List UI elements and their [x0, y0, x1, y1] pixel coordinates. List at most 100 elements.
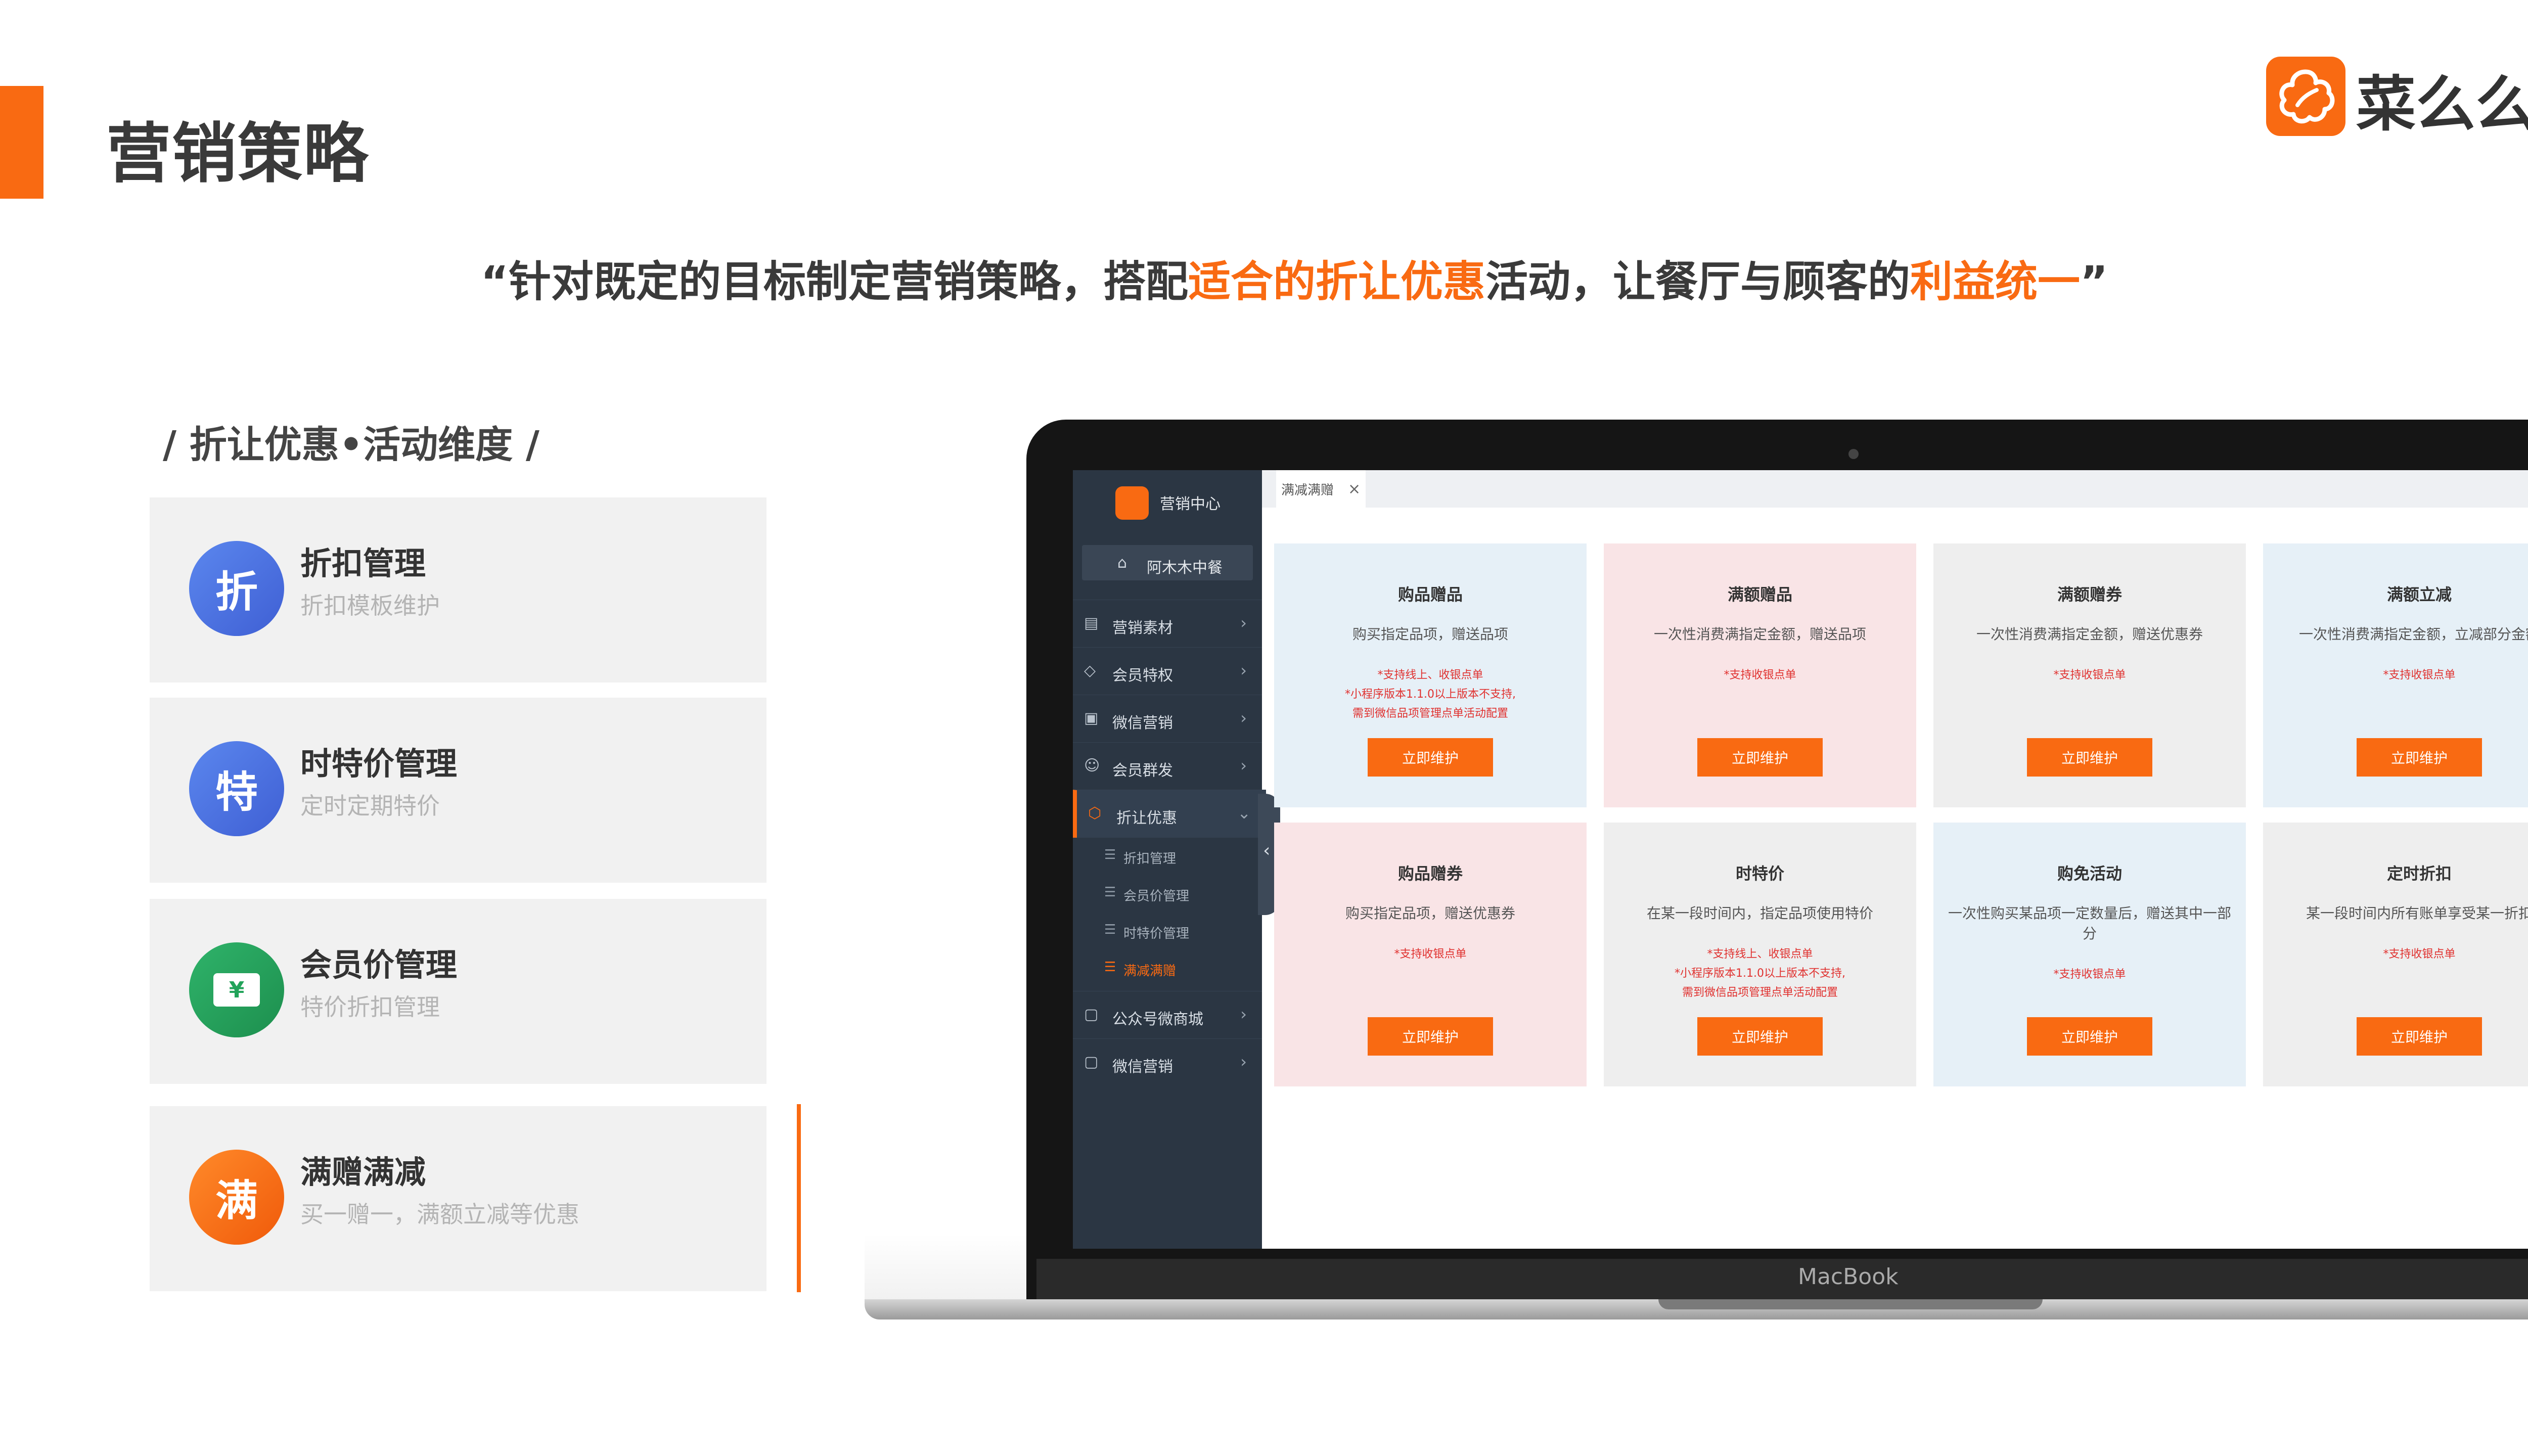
special-price-badge-icon: 特 [189, 741, 284, 836]
store-selector[interactable]: ⌂ 阿木木中餐 [1082, 545, 1253, 580]
maintain-button[interactable]: 立即维护 [2357, 1017, 2482, 1056]
sidebar-item-wechat-marketing-2[interactable]: ▢ 微信营销 › [1073, 1038, 1262, 1086]
card-note: *小程序版本1.1.0以上版本不支持, [1675, 967, 1845, 980]
card-note: *支持收银点单 [2053, 669, 2126, 681]
store-name: 阿木木中餐 [1147, 559, 1223, 577]
card-buy-free: 购免活动 一次性购买某品项一定数量后，赠送其中一部分 *支持收银点单 立即维护 [1933, 823, 2246, 1086]
store-icon: ⌂ [1117, 554, 1127, 572]
accent-bar [0, 86, 43, 199]
laptop-bezel [1036, 1259, 2528, 1299]
sidebar-item-member-broadcast[interactable]: ☺ 会员群发 › [1073, 742, 1262, 790]
sidebar-item-wechat-marketing[interactable]: ▣ 微信营销 › [1073, 695, 1262, 743]
card-desc: 一次性消费满指定金额，赠送优惠券 [1976, 626, 2203, 643]
chevron-left-icon: ‹ [1263, 840, 1271, 861]
card-note: 需到微信品项管理点单活动配置 [1682, 986, 1838, 999]
feature-desc: 折扣模板维护 [300, 592, 440, 619]
chevron-right-icon: › [1240, 708, 1247, 727]
maintain-button[interactable]: 立即维护 [1697, 738, 1823, 777]
feature-title: 时特价管理 [300, 745, 458, 782]
card-title: 定时折扣 [2386, 864, 2452, 883]
feature-full-reduce[interactable]: 满 满赠满减 买一赠一，满额立减等优惠 [150, 1106, 766, 1291]
maintain-button[interactable]: 立即维护 [1368, 1017, 1493, 1056]
sidebar-item-label: 会员特权 [1112, 667, 1173, 685]
selected-indicator [797, 1104, 801, 1292]
maintain-button[interactable]: 立即维护 [1697, 1017, 1823, 1056]
maintain-button[interactable]: 立即维护 [2357, 738, 2482, 777]
sidebar-item-discounts[interactable]: ⬡ 折让优惠 ⌄ [1073, 790, 1266, 838]
card-desc: 在某一段时间内，指定品项使用特价 [1646, 905, 1873, 922]
sidebar-subitem-full-reduce[interactable]: ☰ 满减满赠 [1073, 949, 1262, 987]
sidebar-header: 营销中心 [1073, 470, 1262, 536]
tab-full-reduce[interactable]: 满减满赠 × [1276, 470, 1366, 508]
chevron-down-icon: ⌄ [1237, 803, 1251, 823]
sidebar-item-materials[interactable]: ▤ 营销素材 › [1073, 600, 1262, 648]
sidebar-subitem-label: 会员价管理 [1123, 889, 1190, 904]
card-desc: 购买指定品项，赠送优惠券 [1345, 905, 1515, 922]
chevron-right-icon: › [1240, 1052, 1247, 1071]
quote-part-2: 活动，让餐厅与顾客的 [1485, 257, 1910, 306]
feature-special-price[interactable]: 特 时特价管理 定时定期特价 [150, 698, 766, 883]
sidebar-item-label: 营销素材 [1112, 619, 1173, 637]
maintain-button[interactable]: 立即维护 [2027, 738, 2152, 777]
feature-title: 满赠满减 [300, 1154, 426, 1191]
sidebar-subitem-label: 折扣管理 [1123, 851, 1177, 867]
list-icon: ☰ [1104, 847, 1116, 862]
card-desc: 购买指定品项，赠送品项 [1352, 626, 1508, 643]
card-full-amount-gift: 满额赠品 一次性消费满指定金额，赠送品项 *支持收银点单 立即维护 [1604, 543, 1916, 807]
card-desc: 某一段时间内所有账单享受某一折扣 [2306, 905, 2528, 922]
sidebar-subitem-discount-mgmt[interactable]: ☰ 折扣管理 [1073, 837, 1262, 875]
feature-desc: 定时定期特价 [300, 792, 440, 820]
card-desc: 一次性消费满指定金额，立减部分金额 [2298, 626, 2528, 643]
card-desc: 一次性购买某品项一定数量后，赠送其中一部分 [1948, 905, 2231, 942]
app-logo-icon [1115, 486, 1149, 520]
list-icon: ☰ [1104, 922, 1116, 937]
card-desc: 一次性消费满指定金额，赠送品项 [1653, 626, 1866, 643]
card-title: 购品赠券 [1397, 864, 1463, 883]
users-icon: ☺ [1084, 757, 1100, 775]
card-purchase-coupon: 购品赠券 购买指定品项，赠送优惠券 *支持收银点单 立即维护 [1274, 823, 1587, 1086]
card-time-special-price: 时特价 在某一段时间内，指定品项使用特价 *支持线上、收银点单 *小程序版本1.… [1604, 823, 1916, 1086]
sidebar-subitem-special-price[interactable]: ☰ 时特价管理 [1073, 912, 1262, 949]
app-screen: 营销中心 ⌂ 阿木木中餐 ▤ 营销素材 › ◇ 会员特权 › ▣ 微信营销 › … [1073, 470, 2528, 1249]
sidebar-subitem-label: 时特价管理 [1123, 926, 1190, 941]
feature-title: 会员价管理 [300, 946, 458, 983]
maintain-button[interactable]: 立即维护 [1368, 738, 1493, 777]
money-badge-icon: ¥ [189, 942, 284, 1037]
laptop-notch [1658, 1299, 2043, 1309]
diamond-icon: ◇ [1084, 662, 1096, 679]
laptop-label: MacBook [1798, 1264, 1899, 1290]
card-full-amount-coupon: 满额赠券 一次性消费满指定金额，赠送优惠券 *支持收银点单 立即维护 [1933, 543, 2246, 807]
quote-highlight-1: 适合的折让优惠 [1188, 257, 1485, 306]
full-reduce-badge-icon: 满 [189, 1150, 284, 1245]
sidebar-item-label: 公众号微商城 [1112, 1011, 1203, 1028]
quote-highlight-2: 利益统一 [1910, 257, 2081, 306]
feature-title: 折扣管理 [300, 545, 426, 582]
tab-bar: 满减满赠 × [1262, 470, 2528, 508]
card-timed-discount: 定时折扣 某一段时间内所有账单享受某一折扣 *支持收银点单 立即维护 [2263, 823, 2528, 1086]
sidebar-item-member-privilege[interactable]: ◇ 会员特权 › [1073, 647, 1262, 695]
brand-logo [2266, 57, 2345, 136]
feature-member-price[interactable]: ¥ 会员价管理 特价折扣管理 [150, 899, 766, 1084]
card-title: 购免活动 [2057, 864, 2122, 883]
card-title: 购品赠品 [1397, 585, 1463, 604]
card-note: *支持线上、收银点单 [1377, 669, 1483, 681]
sidebar: 营销中心 ⌂ 阿木木中餐 ▤ 营销素材 › ◇ 会员特权 › ▣ 微信营销 › … [1073, 470, 1266, 1249]
list-icon: ☰ [1104, 960, 1116, 975]
close-icon[interactable]: × [1348, 480, 1361, 498]
chevron-right-icon: › [1240, 613, 1247, 632]
maintain-button[interactable]: 立即维护 [2027, 1017, 2152, 1056]
card-note: *支持收银点单 [2053, 968, 2126, 981]
card-note: 需到微信品项管理点单活动配置 [1352, 707, 1508, 720]
sidebar-item-mall[interactable]: ▢ 公众号微商城 › [1073, 991, 1262, 1039]
discount-badge-icon: 折 [189, 541, 284, 636]
sidebar-subitem-member-price[interactable]: ☰ 会员价管理 [1073, 875, 1262, 912]
sidebar-subitem-label: 满减满赠 [1123, 964, 1177, 979]
card-note: *支持收银点单 [2383, 669, 2456, 681]
chevron-right-icon: › [1240, 1005, 1247, 1024]
feature-discount[interactable]: 折 折扣管理 折扣模板维护 [150, 497, 766, 682]
card-full-amount-reduce: 满额立减 一次性消费满指定金额，立减部分金额 *支持收银点单 立即维护 [2263, 543, 2528, 807]
chevron-right-icon: › [1240, 661, 1247, 680]
section-label: / 折让优惠•活动维度 / [163, 423, 539, 467]
card-note: *支持收银点单 [2383, 948, 2456, 961]
tag-icon: ⬡ [1088, 804, 1102, 822]
